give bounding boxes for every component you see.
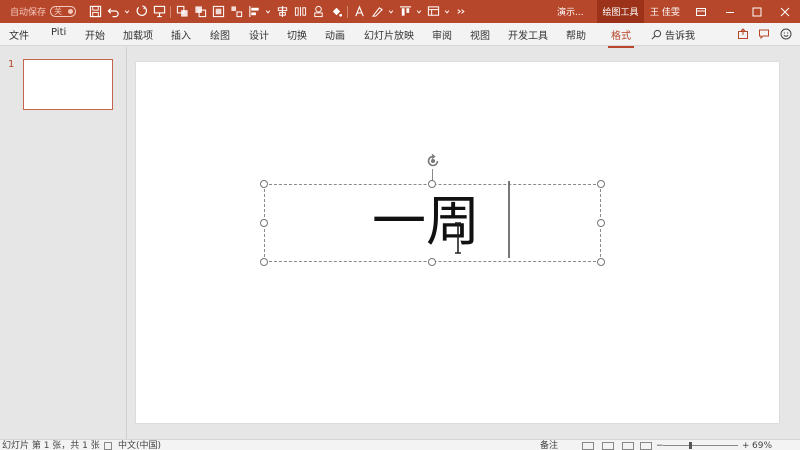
document-title: 演示... bbox=[557, 8, 584, 18]
slideshow-view-icon[interactable] bbox=[640, 442, 652, 450]
share-icon[interactable] bbox=[736, 27, 750, 41]
distribute-icon[interactable] bbox=[293, 5, 307, 19]
tab-view[interactable]: 视图 bbox=[470, 27, 490, 42]
zoom-in-icon[interactable]: + bbox=[742, 441, 750, 450]
format-icon[interactable] bbox=[370, 5, 384, 19]
tab-piti[interactable]: Piti bbox=[51, 27, 66, 38]
align-left-icon[interactable] bbox=[247, 5, 261, 19]
comment-icon[interactable] bbox=[757, 27, 771, 41]
resize-handle-e[interactable] bbox=[597, 219, 605, 227]
chevron-down-icon[interactable] bbox=[124, 5, 130, 19]
tab-design[interactable]: 设计 bbox=[249, 27, 269, 42]
chevron-down-icon[interactable] bbox=[388, 5, 394, 19]
user-name[interactable]: 王 佳雯 bbox=[650, 5, 680, 18]
align-top-icon[interactable] bbox=[398, 5, 412, 19]
status-bar: 幻灯片 第 1 张，共 1 张 中文(中国) 备注 − + 69% bbox=[0, 439, 800, 450]
autosave-state: 关 bbox=[54, 6, 63, 16]
tab-format[interactable]: 格式 bbox=[608, 27, 634, 48]
quick-access-toolbar bbox=[88, 3, 468, 20]
tab-developer[interactable]: 开发工具 bbox=[508, 27, 548, 42]
resize-handle-nw[interactable] bbox=[260, 180, 268, 188]
redo-icon[interactable] bbox=[134, 5, 148, 19]
language-indicator[interactable]: 中文(中国) bbox=[118, 441, 161, 450]
tab-slideshow[interactable]: 幻灯片放映 bbox=[364, 27, 414, 42]
toolbar-divider bbox=[170, 5, 171, 18]
slide-text[interactable]: 一周 bbox=[372, 190, 480, 254]
tab-insert[interactable]: 插入 bbox=[171, 27, 191, 42]
tell-me-search[interactable]: 告诉我 bbox=[651, 27, 695, 42]
tab-review[interactable]: 审阅 bbox=[432, 27, 452, 42]
resize-handle-ne[interactable] bbox=[597, 180, 605, 188]
shapes-icon[interactable] bbox=[311, 5, 325, 19]
slide-count: 幻灯片 第 1 张，共 1 张 bbox=[2, 441, 100, 450]
fill-icon[interactable] bbox=[329, 5, 343, 19]
slide-sorter-icon[interactable] bbox=[602, 442, 614, 450]
ribbon-display-icon[interactable] bbox=[687, 0, 715, 23]
tab-home[interactable]: 开始 bbox=[85, 27, 105, 42]
zoom-slider[interactable] bbox=[663, 445, 738, 446]
search-icon bbox=[651, 29, 662, 40]
undo-icon[interactable] bbox=[106, 5, 120, 19]
smiley-icon[interactable] bbox=[779, 27, 793, 41]
normal-view-icon[interactable] bbox=[582, 442, 594, 450]
present-icon[interactable] bbox=[152, 5, 166, 19]
layout-icon[interactable] bbox=[426, 5, 440, 19]
toolbar-divider bbox=[347, 5, 348, 18]
maximize-icon[interactable] bbox=[743, 0, 771, 23]
tell-me-label: 告诉我 bbox=[665, 31, 695, 42]
notes-button[interactable]: 备注 bbox=[540, 441, 558, 450]
autosave-label: 自动保存 bbox=[10, 7, 47, 18]
save-icon[interactable] bbox=[88, 5, 102, 19]
slide-thumbnail[interactable] bbox=[23, 59, 113, 110]
resize-handle-sw[interactable] bbox=[260, 258, 268, 266]
tab-help[interactable]: 帮助 bbox=[566, 27, 586, 42]
group-icon[interactable] bbox=[211, 5, 225, 19]
text-direction-icon[interactable] bbox=[352, 5, 366, 19]
align-center-icon[interactable] bbox=[275, 5, 289, 19]
text-caret bbox=[508, 181, 510, 258]
slide-number: 1 bbox=[8, 59, 15, 70]
close-icon[interactable] bbox=[771, 0, 799, 23]
zoom-level[interactable]: 69% bbox=[752, 441, 772, 450]
resize-handle-w[interactable] bbox=[260, 219, 268, 227]
tab-animations[interactable]: 动画 bbox=[325, 27, 345, 42]
more-icon[interactable] bbox=[454, 5, 468, 19]
ungroup-icon[interactable] bbox=[229, 5, 243, 19]
minimize-icon[interactable] bbox=[716, 0, 744, 23]
resize-handle-n[interactable] bbox=[428, 180, 436, 188]
autosave-toggle[interactable]: 自动保存 关 bbox=[10, 3, 77, 19]
contextual-tab-group: 绘图工具 bbox=[597, 0, 644, 23]
bring-forward-icon[interactable] bbox=[175, 5, 189, 19]
autosave-switch[interactable]: 关 bbox=[50, 5, 77, 17]
reading-view-icon[interactable] bbox=[622, 442, 634, 450]
tab-file[interactable]: 文件 bbox=[9, 27, 29, 42]
resize-handle-se[interactable] bbox=[597, 258, 605, 266]
slide-thumbnail-pane: 1 bbox=[0, 47, 127, 439]
rotate-handle-icon[interactable] bbox=[425, 153, 441, 169]
chevron-down-icon[interactable] bbox=[416, 5, 422, 19]
title-bar: 自动保存 关 演示... 绘图工具 王 佳雯 bbox=[0, 0, 800, 23]
resize-handle-s[interactable] bbox=[428, 258, 436, 266]
chevron-down-icon[interactable] bbox=[265, 5, 271, 19]
send-backward-icon[interactable] bbox=[193, 5, 207, 19]
chevron-down-icon[interactable] bbox=[444, 5, 450, 19]
tab-transitions[interactable]: 切换 bbox=[287, 27, 307, 42]
tab-addins[interactable]: 加载项 bbox=[123, 27, 153, 42]
spellcheck-icon[interactable] bbox=[104, 442, 112, 450]
tab-draw[interactable]: 绘图 bbox=[210, 27, 230, 42]
zoom-slider-thumb[interactable] bbox=[689, 442, 692, 449]
ibeam-cursor-icon bbox=[455, 222, 461, 254]
